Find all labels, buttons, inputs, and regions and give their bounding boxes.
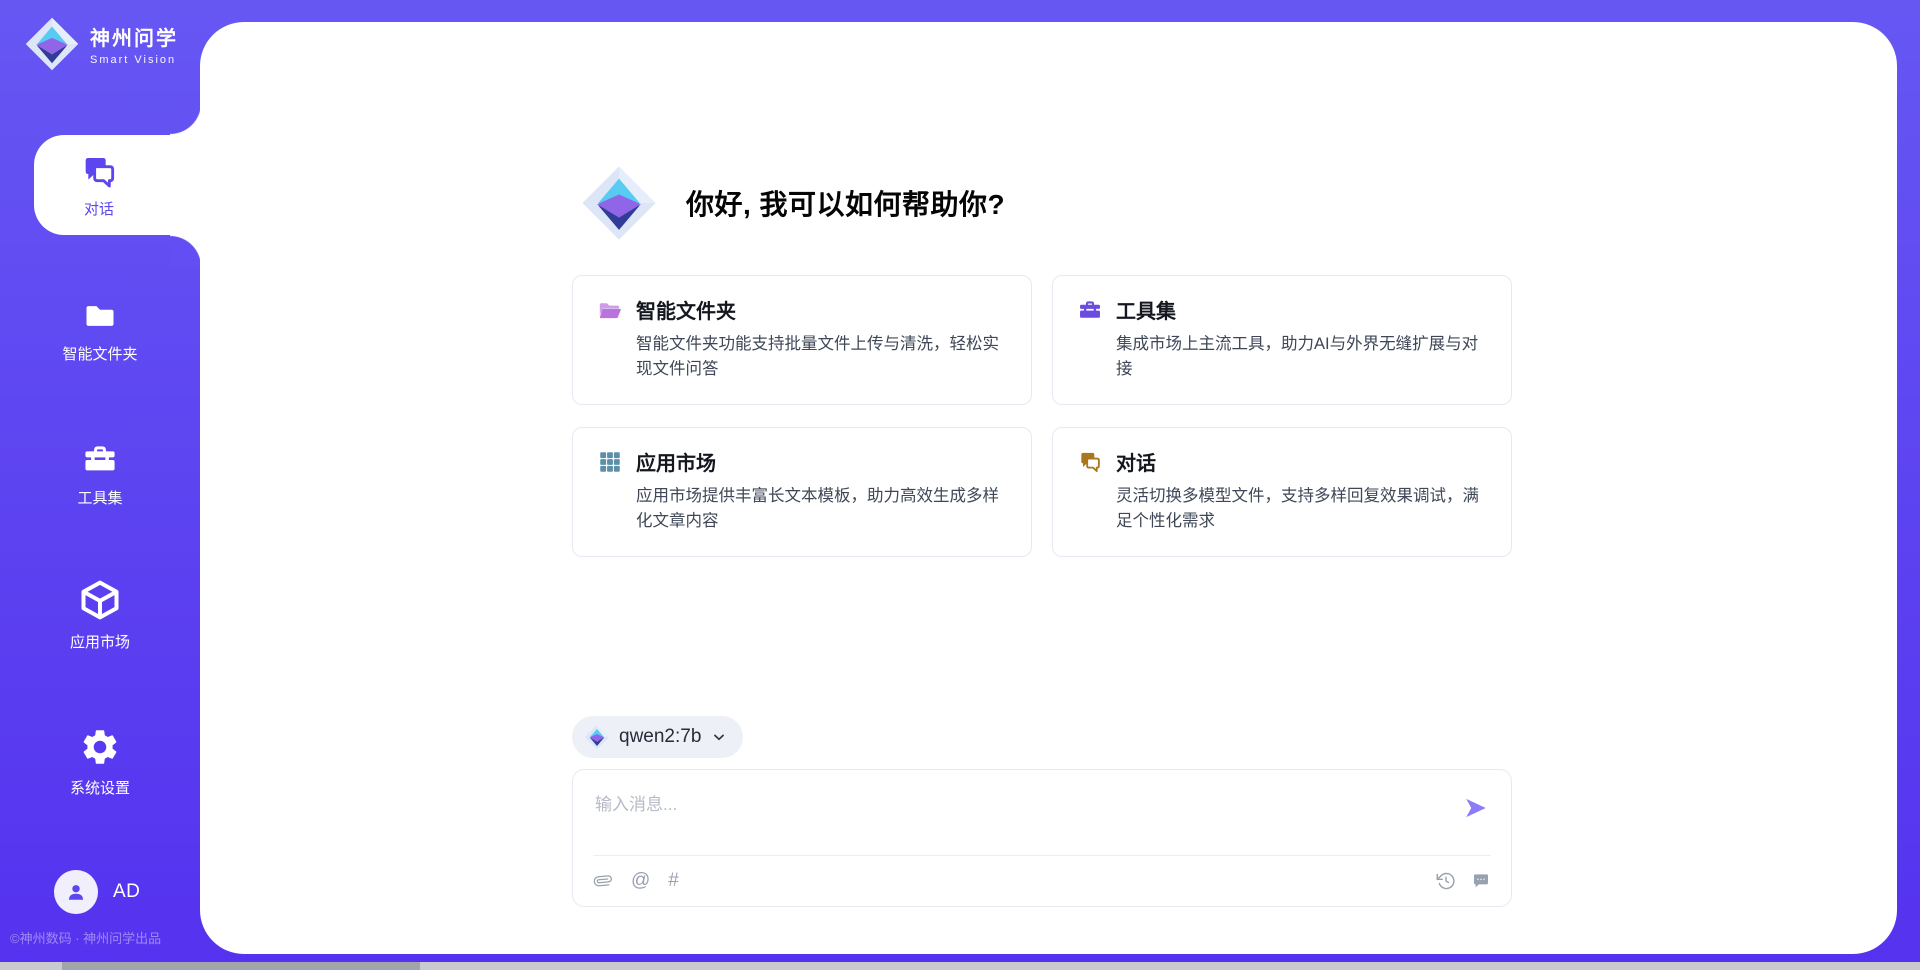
brand-logo-icon: [24, 16, 80, 72]
sidebar-item-chat[interactable]: 对话: [34, 135, 202, 235]
sidebar-item-label: 对话: [84, 198, 114, 219]
avatar: [54, 870, 98, 914]
model-selector[interactable]: qwen2:7b: [572, 716, 743, 758]
copyright-footer: ©神州数码 · 神州问学出品: [10, 928, 161, 947]
topic-button[interactable]: #: [668, 870, 679, 892]
sidebar-item-label: 工具集: [77, 487, 122, 508]
main-panel: 你好, 我可以如何帮助你? 智能文件夹 智能文件夹功能支持批量文件上传与清洗，轻…: [200, 22, 1897, 954]
sidebar-item-app-market[interactable]: 应用市场: [0, 578, 200, 652]
sidebar-item-smart-folder[interactable]: 智能文件夹: [0, 298, 200, 364]
message-input[interactable]: [573, 770, 1433, 850]
sidebar: 神州问学 Smart Vision 对话 智能文件夹 工具集 应用市场 系统设置…: [0, 0, 200, 970]
mention-button[interactable]: @: [631, 870, 650, 892]
model-logo-icon: [584, 724, 610, 750]
greeting: 你好, 我可以如何帮助你?: [580, 164, 1005, 242]
history-icon: [1436, 871, 1456, 891]
chat-icon: [1077, 449, 1103, 475]
person-icon: [63, 879, 89, 905]
card-title: 对话: [1116, 447, 1156, 476]
card-header: 智能文件夹: [597, 295, 1007, 324]
history-button[interactable]: [1436, 871, 1456, 891]
user-name: AD: [113, 881, 140, 903]
card-title: 智能文件夹: [636, 295, 736, 324]
composer-toolbar-right: [1436, 871, 1491, 891]
app-logo-icon: [580, 164, 658, 242]
sidebar-item-settings[interactable]: 系统设置: [0, 726, 200, 798]
paperclip-icon: [593, 871, 613, 891]
brand-name: 神州问学: [90, 22, 178, 51]
chat-icon: [79, 152, 119, 192]
model-name: qwen2:7b: [619, 726, 701, 748]
card-header: 工具集: [1077, 295, 1487, 324]
card-header: 对话: [1077, 447, 1487, 476]
composer-toolbar: @ #: [593, 855, 1491, 906]
brand: 神州问学 Smart Vision: [24, 16, 178, 72]
card-chat[interactable]: 对话 灵活切换多模型文件，支持多样回复效果调试，满足个性化需求: [1052, 427, 1512, 557]
sidebar-item-toolset[interactable]: 工具集: [0, 440, 200, 508]
feature-cards: 智能文件夹 智能文件夹功能支持批量文件上传与清洗，轻松实现文件问答 工具集 集成…: [572, 275, 1512, 557]
cube-icon: [78, 578, 122, 622]
card-description: 应用市场提供丰富长文本模板，助力高效生成多样化文章内容: [636, 484, 1007, 534]
grid-icon: [597, 449, 623, 475]
brand-subtitle: Smart Vision: [90, 54, 178, 66]
card-title: 工具集: [1116, 295, 1176, 324]
folder-icon: [82, 298, 118, 334]
card-title: 应用市场: [636, 447, 716, 476]
card-app-market[interactable]: 应用市场 应用市场提供丰富长文本模板，助力高效生成多样化文章内容: [572, 427, 1032, 557]
user-profile[interactable]: AD: [54, 870, 140, 914]
attach-button[interactable]: [593, 871, 613, 891]
toolbox-icon: [81, 440, 119, 478]
scrollbar-thumb[interactable]: [62, 962, 420, 970]
send-button[interactable]: [1463, 792, 1495, 824]
card-description: 智能文件夹功能支持批量文件上传与清洗，轻松实现文件问答: [636, 332, 1007, 382]
open-folder-icon: [597, 297, 623, 323]
card-header: 应用市场: [597, 447, 1007, 476]
conversation-button[interactable]: [1471, 871, 1491, 891]
sidebar-item-label: 智能文件夹: [62, 343, 137, 364]
horizontal-scrollbar[interactable]: [0, 962, 1920, 970]
card-description: 灵活切换多模型文件，支持多样回复效果调试，满足个性化需求: [1116, 484, 1487, 534]
chevron-down-icon: [710, 728, 728, 746]
card-description: 集成市场上主流工具，助力AI与外界无缝扩展与对接: [1116, 332, 1487, 382]
send-icon: [1463, 795, 1489, 821]
main-content: 你好, 我可以如何帮助你? 智能文件夹 智能文件夹功能支持批量文件上传与清洗，轻…: [572, 22, 1512, 954]
brand-text: 神州问学 Smart Vision: [90, 22, 178, 66]
sidebar-item-chat-inner: 对话: [34, 152, 164, 219]
card-toolset[interactable]: 工具集 集成市场上主流工具，助力AI与外界无缝扩展与对接: [1052, 275, 1512, 405]
toolbox-icon: [1077, 297, 1103, 323]
greeting-title: 你好, 我可以如何帮助你?: [686, 183, 1005, 223]
composer-toolbar-left: @ #: [593, 870, 679, 892]
sidebar-item-label: 应用市场: [70, 631, 130, 652]
gear-icon: [79, 726, 121, 768]
chat-bubble-icon: [1471, 871, 1491, 891]
card-smart-folder[interactable]: 智能文件夹 智能文件夹功能支持批量文件上传与清洗，轻松实现文件问答: [572, 275, 1032, 405]
message-composer: @ #: [572, 769, 1512, 907]
sidebar-item-label: 系统设置: [70, 777, 130, 798]
